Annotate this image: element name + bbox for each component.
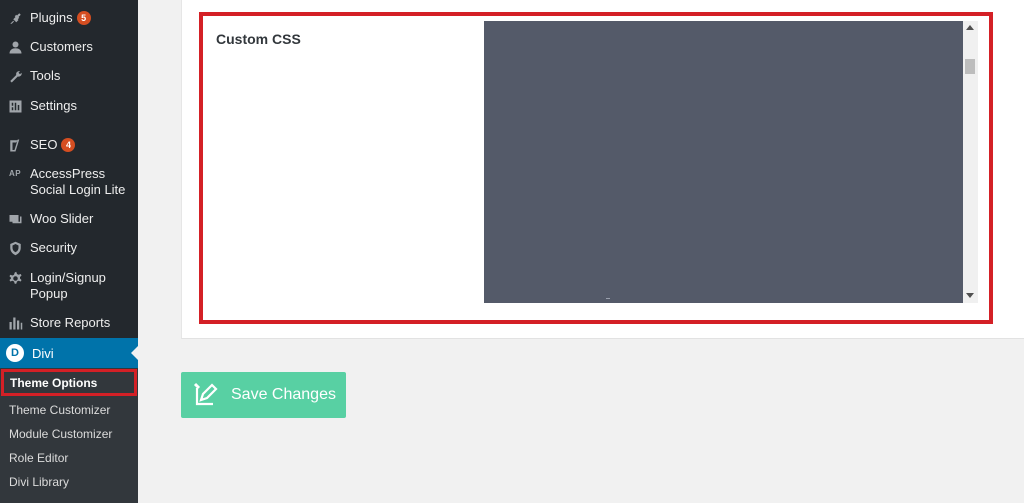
sidebar-item-label: Security (30, 240, 77, 255)
ap-icon: AP (8, 169, 22, 178)
sidebar-item-store-reports[interactable]: Store Reports (0, 315, 138, 331)
sidebar-item-plugins[interactable]: Plugins 5 (0, 10, 138, 26)
notification-badge: 4 (61, 138, 76, 152)
sidebar-item-seo[interactable]: SEO 4 (0, 137, 138, 153)
sidebar-item-label: Settings (30, 98, 77, 113)
sidebar-item-settings[interactable]: Settings (0, 98, 138, 114)
edit-icon (193, 382, 219, 408)
sidebar-item-label: SEO (30, 137, 58, 152)
wrench-icon (7, 68, 23, 84)
custom-css-label: Custom CSS (216, 31, 301, 47)
sidebar-item-divi[interactable]: D Divi (0, 338, 138, 368)
editor-caret (606, 298, 610, 299)
sidebar-item-label: AccessPress Social Login Lite (30, 166, 126, 197)
plugins-icon (7, 10, 23, 26)
scroll-down-arrow-icon[interactable] (966, 293, 974, 298)
sidebar-item-login-signup[interactable]: Login/Signup Popup (0, 270, 138, 302)
sidebar-item-label: Divi (32, 345, 54, 361)
sidebar-item-label: Tools (30, 68, 61, 83)
update-count-badge: 5 (76, 11, 91, 25)
submenu-item-theme-customizer[interactable]: Theme Customizer (9, 403, 110, 417)
sidebar-item-security[interactable]: Security (0, 240, 138, 256)
submenu-item-role-editor[interactable]: Role Editor (9, 451, 68, 465)
divi-logo-icon: D (6, 344, 24, 362)
scrollbar-thumb[interactable] (965, 59, 975, 74)
submenu-item-theme-options[interactable]: Theme Options (1, 369, 137, 396)
sidebar-item-label: Woo Slider (30, 211, 94, 226)
custom-css-editor[interactable] (484, 21, 964, 303)
sidebar-item-woo-slider[interactable]: Woo Slider (0, 211, 138, 227)
sidebar-item-label: Customers (30, 39, 93, 54)
slides-icon (7, 211, 23, 227)
scroll-up-arrow-icon[interactable] (966, 25, 974, 30)
submenu-item-divi-library[interactable]: Divi Library (9, 475, 69, 489)
sidebar-item-accesspress[interactable]: AP AccessPress Social Login Lite (0, 166, 138, 198)
save-changes-button[interactable]: Save Changes (181, 372, 346, 418)
current-menu-arrow (131, 346, 138, 360)
shield-icon (7, 240, 23, 256)
bar-chart-icon (7, 315, 23, 331)
submenu-item-module-customizer[interactable]: Module Customizer (9, 427, 112, 441)
gear-icon (7, 270, 23, 286)
sidebar-item-label: Plugins (30, 10, 73, 25)
user-icon (7, 39, 23, 55)
sidebar-item-label: Store Reports (30, 315, 111, 330)
sidebar-item-customers[interactable]: Customers (0, 39, 138, 55)
sidebar-item-tools[interactable]: Tools (0, 68, 138, 84)
save-changes-label: Save Changes (231, 386, 336, 403)
sidebar-item-label: Login/Signup Popup (30, 270, 106, 301)
settings-icon (7, 98, 23, 114)
yoast-icon (7, 137, 23, 153)
